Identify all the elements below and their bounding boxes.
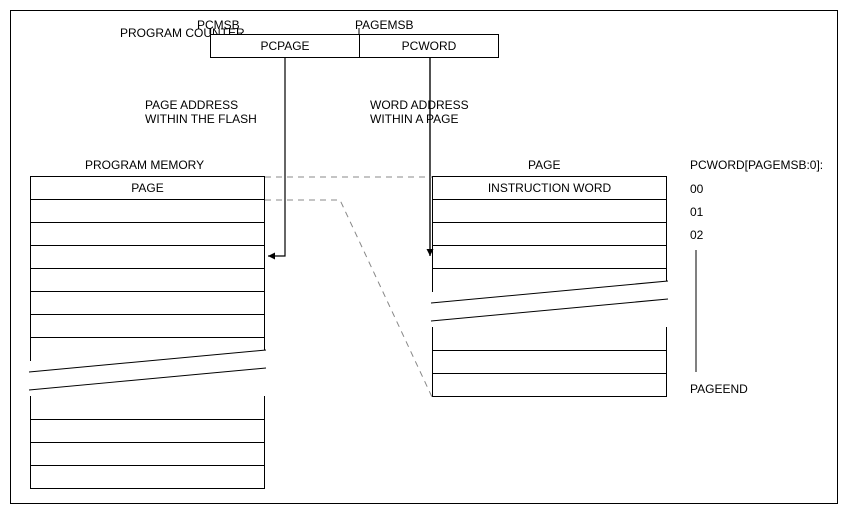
diagram-lines (0, 0, 846, 512)
